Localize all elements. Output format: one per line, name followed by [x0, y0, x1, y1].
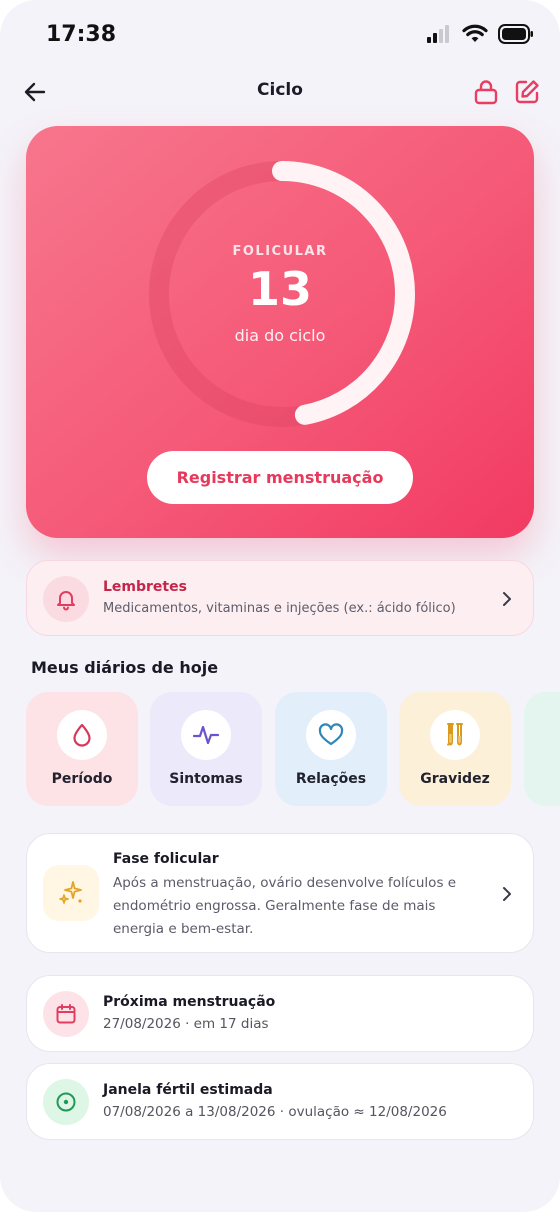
bell-icon [57, 591, 75, 611]
status-bar: 17:38 [0, 0, 560, 70]
drop-icon [73, 723, 91, 747]
next-period-detail: 27/08/2026 · em 17 dias [103, 1016, 269, 1032]
fertile-window-detail: 07/08/2026 a 13/08/2026 · ovulação ≈ 12/… [103, 1104, 447, 1120]
edit-icon [515, 80, 539, 104]
pulse-icon [192, 725, 220, 745]
status-time: 17:38 [46, 22, 117, 47]
reminder-title: Lembretes [103, 579, 187, 595]
cellular-signal-icon [427, 25, 449, 43]
phase-card-title: Fase folicular [113, 851, 219, 867]
phase-label: FOLICULAR [232, 244, 328, 259]
edit-button[interactable] [513, 78, 541, 106]
reminder-subtitle: Medicamentos, vitaminas e injeções (ex.:… [103, 601, 456, 616]
app-screen: 17:38 Ciclo FOLICULAR 13 dia do ciclo Re… [0, 0, 560, 1212]
status-icons [426, 24, 534, 44]
calendar-icon-wrap [43, 991, 89, 1037]
fertile-window-card[interactable]: Janela fértil estimada 07/08/2026 a 13/0… [26, 1063, 534, 1140]
test-tubes-icon [447, 723, 463, 746]
diary-relations[interactable]: Relações [275, 692, 387, 806]
diary-symptoms[interactable]: Sintomas [150, 692, 262, 806]
next-period-card[interactable]: Próxima menstruação 27/08/2026 · em 17 d… [26, 975, 534, 1052]
reminder-icon-wrap [43, 576, 89, 622]
cycle-card: FOLICULAR 13 dia do ciclo Registrar mens… [26, 126, 534, 538]
diary-period[interactable]: Período [26, 692, 138, 806]
phase-icon-wrap [43, 865, 99, 921]
chevron-right-icon [503, 592, 511, 606]
lock-button[interactable] [472, 78, 500, 106]
phase-card-description: Após a menstruação, ovário desenvolve fo… [113, 875, 457, 937]
next-period-title: Próxima menstruação [103, 994, 276, 1010]
phase-info-card[interactable]: Fase folicular Após a menstruação, ovári… [26, 833, 534, 953]
reminders-card[interactable]: Lembretes Medicamentos, vitaminas e inje… [26, 560, 534, 636]
cycle-day-number: 13 [247, 262, 312, 316]
diary-label: Período [51, 771, 113, 787]
diary-icon-wrap [181, 710, 231, 760]
battery-icon [498, 24, 533, 44]
diary-icon-wrap [430, 710, 480, 760]
register-period-button[interactable]: Registrar menstruação [147, 451, 413, 504]
diaries-carousel[interactable]: Período Sintomas Relações Gravidez [26, 692, 560, 808]
wifi-icon [462, 24, 488, 42]
diary-pregnancy[interactable]: Gravidez [399, 692, 511, 806]
lock-icon [474, 80, 498, 105]
target-icon [56, 1092, 76, 1112]
chevron-right-icon [503, 887, 511, 901]
diary-icon-wrap [57, 710, 107, 760]
diary-label: Gravidez [420, 771, 490, 787]
heart-icon [318, 723, 344, 746]
diary-label: Relações [295, 771, 367, 787]
target-icon-wrap [43, 1079, 89, 1125]
diary-icon-wrap [306, 710, 356, 760]
cycle-day-caption: dia do ciclo [234, 326, 326, 345]
diary-label: Sintomas [169, 771, 243, 787]
calendar-icon [56, 1004, 76, 1024]
nav-header: Ciclo [0, 70, 560, 114]
diaries-section-title: Meus diários de hoje [31, 658, 219, 677]
diary-partial-next[interactable] [524, 692, 560, 806]
fertile-window-title: Janela fértil estimada [103, 1082, 273, 1098]
sparkles-icon [59, 881, 82, 904]
